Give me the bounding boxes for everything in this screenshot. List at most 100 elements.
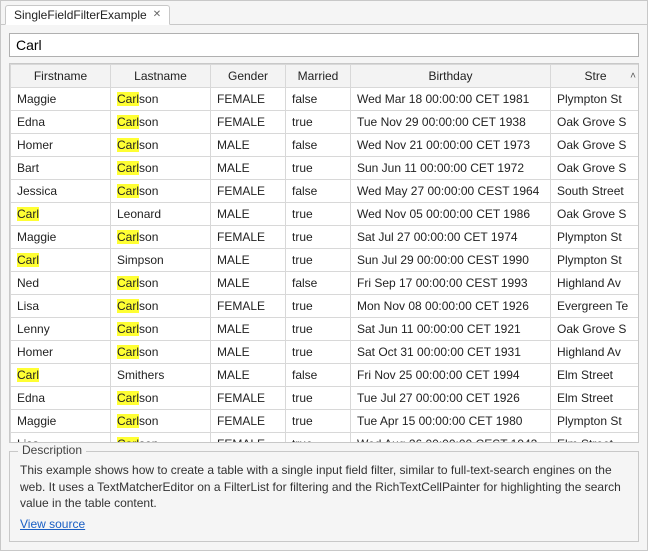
table-container: Firstname Lastname Gender Married Birthd…	[9, 63, 639, 444]
cell-gender: MALE	[211, 156, 286, 179]
tab-singlefieldfilter[interactable]: SingleFieldFilterExample ✕	[5, 5, 170, 25]
cell-firstname: Maggie	[11, 409, 111, 432]
cell-married: true	[286, 432, 351, 443]
cell-married: true	[286, 110, 351, 133]
cell-married: false	[286, 271, 351, 294]
cell-married: true	[286, 317, 351, 340]
col-header-married[interactable]: Married	[286, 64, 351, 87]
cell-firstname: Lisa	[11, 432, 111, 443]
cell-gender: MALE	[211, 317, 286, 340]
cell-birthday: Sun Jul 29 00:00:00 CEST 1990	[351, 248, 551, 271]
cell-street: Elm Street	[551, 432, 640, 443]
cell-street: Plympton St	[551, 248, 640, 271]
table-row[interactable]: NedCarlsonMALEfalseFri Sep 17 00:00:00 C…	[11, 271, 640, 294]
cell-married: true	[286, 386, 351, 409]
cell-birthday: Tue Apr 15 00:00:00 CET 1980	[351, 409, 551, 432]
cell-birthday: Wed Nov 05 00:00:00 CET 1986	[351, 202, 551, 225]
cell-street: Oak Grove S	[551, 202, 640, 225]
cell-lastname: Carlson	[111, 386, 211, 409]
cell-firstname: Lisa	[11, 294, 111, 317]
table-row[interactable]: EdnaCarlsonFEMALEtrueTue Nov 29 00:00:00…	[11, 110, 640, 133]
cell-gender: MALE	[211, 202, 286, 225]
cell-lastname: Simpson	[111, 248, 211, 271]
cell-lastname: Carlson	[111, 179, 211, 202]
cell-street: Oak Grove S	[551, 133, 640, 156]
cell-gender: FEMALE	[211, 432, 286, 443]
tab-label: SingleFieldFilterExample	[14, 8, 147, 22]
table-row[interactable]: CarlLeonardMALEtrueWed Nov 05 00:00:00 C…	[11, 202, 640, 225]
tab-bar: SingleFieldFilterExample ✕	[1, 1, 647, 25]
table-row[interactable]: LisaCarlsonFEMALEtrueWed Aug 26 00:00:00…	[11, 432, 640, 443]
description-panel: Description This example shows how to cr…	[9, 451, 639, 542]
cell-lastname: Carlson	[111, 271, 211, 294]
table-row[interactable]: JessicaCarlsonFEMALEfalseWed May 27 00:0…	[11, 179, 640, 202]
cell-firstname: Ned	[11, 271, 111, 294]
cell-street: Elm Street	[551, 386, 640, 409]
cell-gender: FEMALE	[211, 386, 286, 409]
cell-married: true	[286, 225, 351, 248]
cell-street: Oak Grove S	[551, 110, 640, 133]
cell-gender: MALE	[211, 363, 286, 386]
cell-birthday: Sun Jun 11 00:00:00 CET 1972	[351, 156, 551, 179]
col-header-firstname[interactable]: Firstname	[11, 64, 111, 87]
cell-birthday: Fri Sep 17 00:00:00 CEST 1993	[351, 271, 551, 294]
table-row[interactable]: CarlSmithersMALEfalseFri Nov 25 00:00:00…	[11, 363, 640, 386]
cell-gender: FEMALE	[211, 110, 286, 133]
filter-input[interactable]	[9, 33, 639, 57]
cell-gender: FEMALE	[211, 294, 286, 317]
cell-married: true	[286, 294, 351, 317]
data-table: Firstname Lastname Gender Married Birthd…	[10, 64, 639, 444]
table-row[interactable]: HomerCarlsonMALEfalseWed Nov 21 00:00:00…	[11, 133, 640, 156]
cell-lastname: Carlson	[111, 156, 211, 179]
cell-street: Plympton St	[551, 409, 640, 432]
cell-lastname: Carlson	[111, 409, 211, 432]
col-header-street[interactable]: Stre ˄	[551, 64, 640, 87]
cell-birthday: Wed May 27 00:00:00 CEST 1964	[351, 179, 551, 202]
cell-lastname: Carlson	[111, 133, 211, 156]
content-area: Firstname Lastname Gender Married Birthd…	[1, 25, 647, 550]
table-row[interactable]: MaggieCarlsonFEMALEtrueTue Apr 15 00:00:…	[11, 409, 640, 432]
cell-firstname: Homer	[11, 133, 111, 156]
view-source-link[interactable]: View source	[20, 517, 85, 531]
cell-firstname: Edna	[11, 386, 111, 409]
cell-married: false	[286, 133, 351, 156]
cell-birthday: Sat Oct 31 00:00:00 CET 1931	[351, 340, 551, 363]
table-row[interactable]: LisaCarlsonFEMALEtrueMon Nov 08 00:00:00…	[11, 294, 640, 317]
cell-gender: FEMALE	[211, 409, 286, 432]
cell-street: Highland Av	[551, 340, 640, 363]
cell-married: true	[286, 340, 351, 363]
cell-birthday: Sat Jun 11 00:00:00 CET 1921	[351, 317, 551, 340]
table-row[interactable]: MaggieCarlsonFEMALEtrueSat Jul 27 00:00:…	[11, 225, 640, 248]
cell-lastname: Carlson	[111, 225, 211, 248]
cell-street: South Street	[551, 179, 640, 202]
cell-street: Evergreen Te	[551, 294, 640, 317]
close-icon[interactable]: ✕	[153, 10, 161, 20]
col-header-gender[interactable]: Gender	[211, 64, 286, 87]
cell-firstname: Jessica	[11, 179, 111, 202]
cell-firstname: Bart	[11, 156, 111, 179]
cell-firstname: Carl	[11, 202, 111, 225]
table-row[interactable]: EdnaCarlsonFEMALEtrueTue Jul 27 00:00:00…	[11, 386, 640, 409]
cell-lastname: Carlson	[111, 294, 211, 317]
cell-gender: MALE	[211, 271, 286, 294]
cell-gender: FEMALE	[211, 179, 286, 202]
table-header-row: Firstname Lastname Gender Married Birthd…	[11, 64, 640, 87]
table-row[interactable]: HomerCarlsonMALEtrueSat Oct 31 00:00:00 …	[11, 340, 640, 363]
col-header-birthday[interactable]: Birthday	[351, 64, 551, 87]
cell-married: false	[286, 87, 351, 110]
col-header-lastname[interactable]: Lastname	[111, 64, 211, 87]
cell-lastname: Smithers	[111, 363, 211, 386]
cell-gender: MALE	[211, 133, 286, 156]
cell-married: true	[286, 248, 351, 271]
cell-gender: MALE	[211, 248, 286, 271]
cell-lastname: Leonard	[111, 202, 211, 225]
cell-lastname: Carlson	[111, 340, 211, 363]
cell-married: false	[286, 179, 351, 202]
cell-birthday: Mon Nov 08 00:00:00 CET 1926	[351, 294, 551, 317]
table-row[interactable]: MaggieCarlsonFEMALEfalseWed Mar 18 00:00…	[11, 87, 640, 110]
cell-married: true	[286, 202, 351, 225]
scroll-up-icon[interactable]: ˄	[630, 70, 636, 81]
table-row[interactable]: LennyCarlsonMALEtrueSat Jun 11 00:00:00 …	[11, 317, 640, 340]
table-row[interactable]: CarlSimpsonMALEtrueSun Jul 29 00:00:00 C…	[11, 248, 640, 271]
table-row[interactable]: BartCarlsonMALEtrueSun Jun 11 00:00:00 C…	[11, 156, 640, 179]
